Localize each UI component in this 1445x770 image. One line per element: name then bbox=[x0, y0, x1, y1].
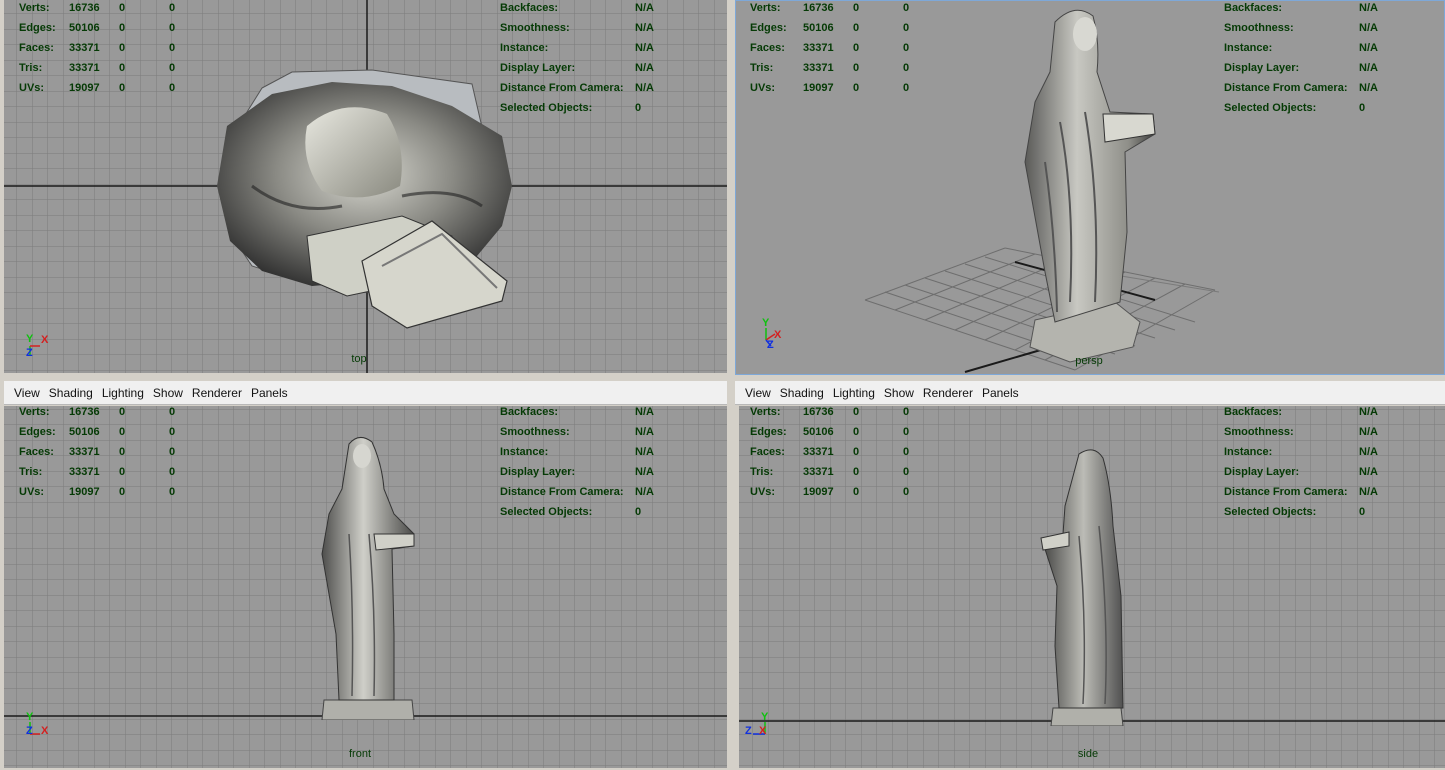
viewport-label-persp: persp bbox=[1075, 355, 1103, 367]
statue-front-view[interactable] bbox=[314, 434, 424, 720]
info-hud: Backfaces: N/A Smoothness: N/A Instance: N/… bbox=[500, 2, 654, 114]
axis-gizmo: Y X Z bbox=[24, 332, 64, 372]
axis-x-label: X bbox=[759, 725, 767, 737]
axis-z-label: Z bbox=[767, 339, 774, 351]
panel-front: View Shading Lighting Show Renderer Pane… bbox=[0, 381, 731, 770]
viewport-top[interactable]: Verts: 16736 0 0 Edges: 50106 0 0 Faces: 33371 0… bbox=[4, 0, 727, 373]
axis-x-label: X bbox=[41, 334, 49, 346]
axis-y-label: Y bbox=[26, 711, 34, 723]
panel-side: View Shading Lighting Show Renderer Pane… bbox=[735, 381, 1445, 770]
menu-panels[interactable]: Panels bbox=[982, 386, 1019, 400]
info-hud: Backfaces: N/A Smoothness: N/A Instance: N/… bbox=[1224, 2, 1378, 114]
axis-z-label: Z bbox=[26, 725, 33, 737]
statue-side-view[interactable] bbox=[1039, 446, 1129, 726]
menu-show[interactable]: Show bbox=[153, 386, 183, 400]
info-hud: Backfaces: N/A Smoothness: N/A Instance: N/… bbox=[1224, 406, 1378, 518]
statue-top-view[interactable] bbox=[212, 66, 522, 331]
axis-x-label: X bbox=[774, 329, 782, 341]
statue-persp-view[interactable] bbox=[1015, 2, 1165, 367]
viewport-label-side: side bbox=[1077, 748, 1099, 760]
viewport-front[interactable]: Verts: 16736 0 0 Edges: 50106 0 0 Faces: 33371 0… bbox=[4, 406, 727, 768]
panel-top: Verts: 16736 0 0 Edges: 50106 0 0 Faces: 33371 0… bbox=[0, 0, 731, 377]
menu-shading[interactable]: Shading bbox=[49, 386, 93, 400]
stats-hud: Verts: 16736 0 0 Edges: 50106 0 0 Faces: 33371 0… bbox=[19, 2, 176, 94]
menu-view[interactable]: View bbox=[14, 386, 40, 400]
menu-lighting[interactable]: Lighting bbox=[833, 386, 875, 400]
viewport-persp[interactable]: Verts: 16736 0 0 Edges: 50106 0 0 Faces: 33371 0… bbox=[735, 0, 1445, 375]
viewport-side[interactable]: Verts: 16736 0 0 Edges: 50106 0 0 Faces: 33371 0… bbox=[739, 406, 1445, 768]
menu-show[interactable]: Show bbox=[884, 386, 914, 400]
axis-y-label: Y bbox=[761, 711, 769, 723]
viewport-label-front: front bbox=[348, 748, 372, 760]
viewport-label-top: top bbox=[351, 353, 367, 365]
axis-gizmo: Y X Z bbox=[759, 318, 799, 358]
axis-x-label: X bbox=[41, 725, 49, 737]
axis-z-label: Z bbox=[26, 347, 33, 359]
menu-renderer[interactable]: Renderer bbox=[923, 386, 973, 400]
menu-shading[interactable]: Shading bbox=[780, 386, 824, 400]
menu-view[interactable]: View bbox=[745, 386, 771, 400]
axis-gizmo: Y Z X bbox=[745, 712, 785, 752]
axis-y-label: Y bbox=[26, 333, 34, 345]
menu-lighting[interactable]: Lighting bbox=[102, 386, 144, 400]
axis-y-label: Y bbox=[762, 317, 770, 329]
axis-gizmo: Y Z X bbox=[24, 712, 64, 752]
panel-menubar: View Shading Lighting Show Renderer Pane… bbox=[735, 381, 1445, 405]
panel-menubar: View Shading Lighting Show Renderer Pane… bbox=[4, 381, 727, 405]
panel-persp: Verts: 16736 0 0 Edges: 50106 0 0 Faces: 33371 0… bbox=[735, 0, 1445, 377]
axis-z-label: Z bbox=[745, 725, 752, 737]
info-hud: Backfaces: N/A Smoothness: N/A Instance: N/… bbox=[500, 406, 654, 518]
menu-panels[interactable]: Panels bbox=[251, 386, 288, 400]
stats-hud: Verts: 16736 0 0 Edges: 50106 0 0 Faces: 33371 0… bbox=[750, 2, 910, 94]
menu-renderer[interactable]: Renderer bbox=[192, 386, 242, 400]
stats-hud: Verts: 16736 0 0 Edges: 50106 0 0 Faces: 33371 0… bbox=[750, 406, 910, 498]
stats-hud: Verts: 16736 0 0 Edges: 50106 0 0 Faces: 33371 0… bbox=[19, 406, 176, 498]
